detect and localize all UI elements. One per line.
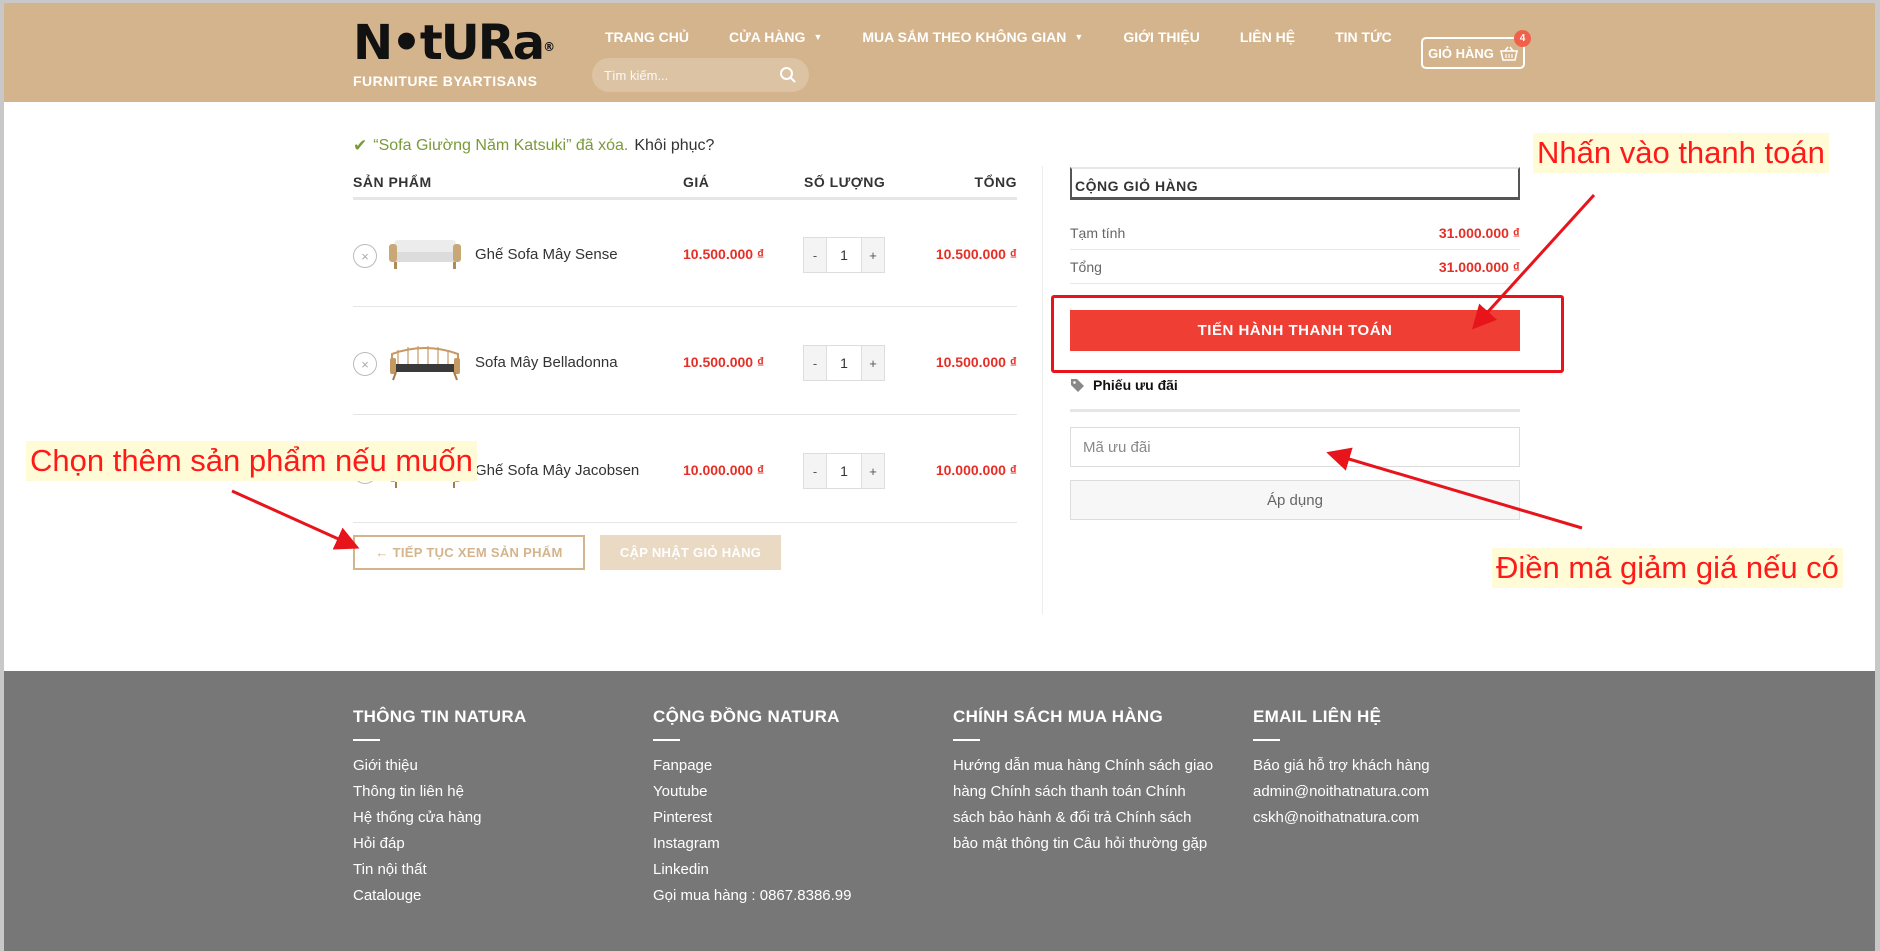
annotation-more-products-hint: Chọn thêm sản phẩm nếu muốn — [26, 441, 477, 481]
arrow-to-continue — [231, 489, 360, 550]
page: N•tURa® FURNITURE BYARTISANS TRANG CHỦ C… — [4, 3, 1875, 951]
annotation-checkout-hint: Nhấn vào thanh toán — [1533, 133, 1829, 173]
arrow-to-coupon — [1326, 447, 1583, 530]
scrollbar[interactable] — [1875, 0, 1880, 951]
annotation-coupon-hint: Điền mã giảm giá nếu có — [1492, 548, 1843, 588]
arrow-to-checkout — [1471, 193, 1596, 330]
